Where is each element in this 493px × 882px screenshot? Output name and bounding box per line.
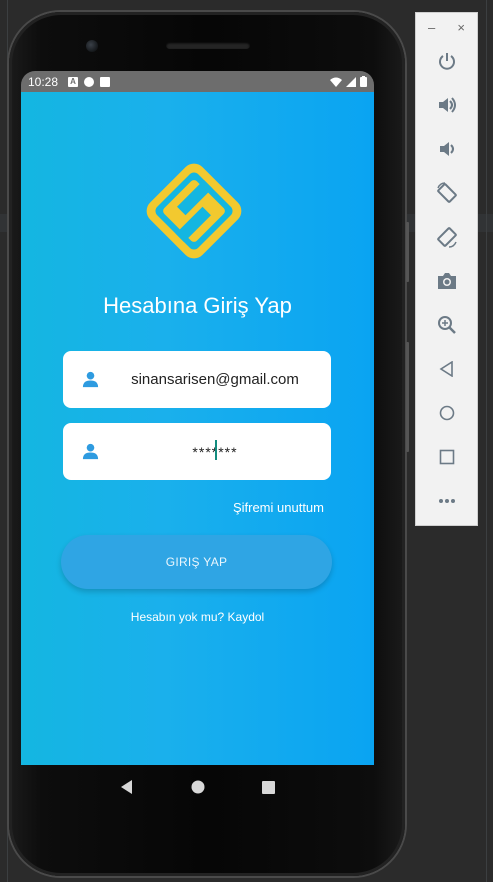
android-nav-bar	[21, 765, 374, 809]
back-icon	[439, 361, 453, 377]
password-field[interactable]: *******	[63, 423, 331, 480]
earpiece-speaker	[166, 42, 250, 49]
app-logo-icon	[146, 163, 242, 259]
zoom-button[interactable]	[434, 312, 460, 338]
volume-up-button[interactable]	[434, 92, 460, 118]
rotate-right-button[interactable]	[434, 224, 460, 250]
forgot-password-link[interactable]: Şifremi unuttum	[233, 500, 324, 515]
sd-card-icon	[100, 76, 111, 87]
minimize-button[interactable]: –	[428, 20, 435, 35]
phone-power-button	[406, 222, 409, 282]
email-field[interactable]: sinansarisen@gmail.com	[63, 351, 331, 408]
camera-icon	[438, 273, 456, 289]
nav-back-icon[interactable]	[120, 780, 134, 794]
email-value: sinansarisen@gmail.com	[131, 371, 299, 388]
sync-icon	[84, 76, 95, 87]
signup-link[interactable]: Hesabın yok mu? Kaydol	[21, 610, 374, 624]
more-button[interactable]	[434, 488, 460, 514]
phone-screen: 10:28 A Hesabına Giriş Yap sinansarisen@…	[21, 71, 374, 765]
login-button[interactable]: GIRIŞ YAP	[61, 535, 332, 589]
page-title: Hesabına Giriş Yap	[103, 293, 292, 318]
login-screen: Hesabına Giriş Yap sinansarisen@gmail.co…	[21, 92, 374, 765]
volume-down-icon	[440, 142, 454, 156]
front-camera	[86, 40, 98, 52]
password-value: *******	[192, 439, 237, 460]
home-icon	[439, 405, 455, 421]
a-notification-icon: A	[68, 76, 79, 87]
user-icon	[82, 371, 99, 388]
power-button[interactable]	[434, 48, 460, 74]
signal-icon	[346, 76, 356, 87]
battery-icon	[360, 76, 367, 87]
ide-divider	[486, 0, 487, 882]
status-bar: 10:28 A	[21, 71, 374, 92]
rotate-right-icon	[437, 227, 457, 248]
emulator-toolbar: – ×	[415, 12, 478, 526]
volume-down-button[interactable]	[434, 136, 460, 162]
rotate-left-button[interactable]	[434, 180, 460, 206]
home-button[interactable]	[434, 400, 460, 426]
overview-icon	[439, 449, 455, 465]
zoom-icon	[438, 316, 456, 334]
volume-up-icon	[439, 97, 456, 113]
nav-home-icon[interactable]	[191, 780, 205, 794]
phone-volume-button	[406, 342, 409, 452]
wifi-icon	[330, 77, 342, 87]
screenshot-button[interactable]	[434, 268, 460, 294]
password-value-wrap: *******	[99, 423, 331, 480]
power-icon	[439, 53, 455, 70]
status-time: 10:28	[28, 74, 59, 89]
ide-divider	[7, 0, 8, 882]
close-button[interactable]: ×	[457, 20, 465, 35]
rotate-left-icon	[437, 182, 457, 203]
user-icon	[82, 443, 99, 460]
overview-button[interactable]	[434, 444, 460, 470]
more-icon	[439, 499, 455, 503]
back-button[interactable]	[434, 356, 460, 382]
text-caret	[215, 439, 218, 460]
nav-overview-icon[interactable]	[262, 780, 276, 794]
